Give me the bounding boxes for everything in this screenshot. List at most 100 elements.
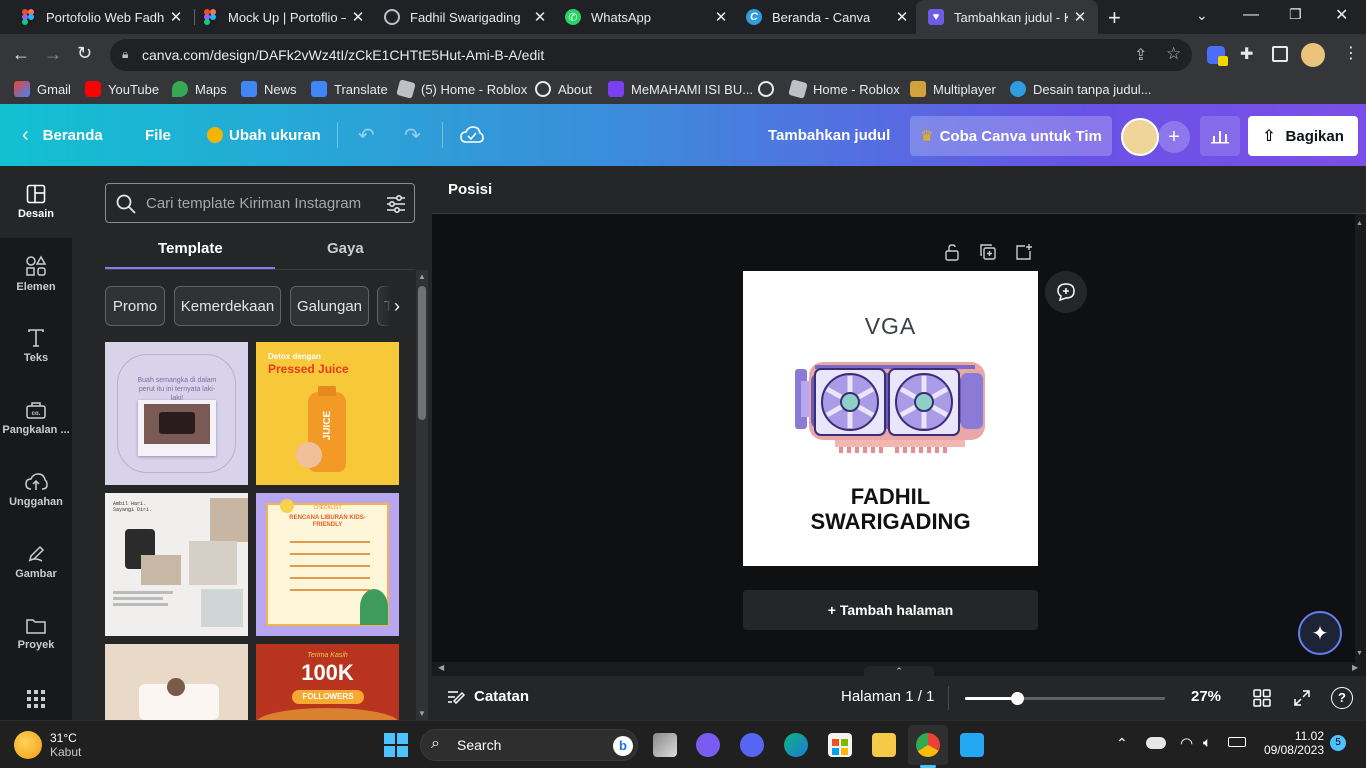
bookmark-multiplayer[interactable]: Multiplayer (910, 81, 996, 97)
design-title[interactable]: Tambahkan judul (768, 104, 890, 166)
store-icon[interactable] (828, 733, 852, 757)
position-button[interactable]: Posisi (448, 181, 492, 198)
profile-avatar[interactable] (1301, 43, 1325, 67)
close-icon[interactable]: ✕ (528, 8, 552, 26)
scroll-up-icon[interactable]: ▲ (418, 272, 426, 281)
redo-icon[interactable]: ↷ (404, 104, 421, 166)
close-icon[interactable]: ✕ (164, 8, 188, 26)
battery-icon[interactable] (1228, 737, 1246, 747)
close-icon[interactable]: ✕ (1068, 8, 1092, 26)
insights-icon[interactable] (1200, 116, 1240, 156)
try-team-button[interactable]: ♛ Coba Canva untuk Tim (910, 116, 1112, 156)
notes-button[interactable]: Catatan (446, 688, 529, 705)
page-indicator[interactable]: Halaman 1 / 1 (841, 688, 934, 705)
vga-title[interactable]: VGA (743, 313, 1038, 340)
close-window-icon[interactable]: ✕ (1335, 5, 1348, 25)
bookmark-roblox[interactable]: Home - Roblox (788, 79, 900, 99)
home-button[interactable]: ‹ Beranda (22, 104, 103, 166)
bookmark-about[interactable]: About (535, 81, 592, 97)
template-card[interactable]: Ambil Hari. Sayangi Diri. (105, 493, 248, 636)
restore-icon[interactable]: ❐ (1289, 6, 1302, 23)
help-button[interactable]: ? (1331, 687, 1353, 709)
rail-item-draw[interactable]: Gambar (0, 526, 72, 598)
name-line-2[interactable]: SWARIGADING (743, 509, 1038, 534)
browser-tab-active[interactable]: ♥ Tambahkan judul - Kir ✕ (916, 0, 1098, 34)
bookmark-globe[interactable] (758, 81, 781, 97)
new-tab-button[interactable]: + (1108, 5, 1121, 31)
bookmark-roblox-home[interactable]: (5) Home - Roblox (396, 79, 527, 99)
close-icon[interactable]: ✕ (890, 8, 914, 26)
apps-grid-icon[interactable] (27, 690, 45, 708)
rail-item-projects[interactable]: Proyek (0, 598, 72, 670)
share-icon[interactable]: ⇪ (1134, 45, 1147, 65)
tab-template[interactable]: Template (158, 240, 223, 257)
file-explorer-icon[interactable] (872, 733, 896, 757)
forward-icon[interactable]: → (44, 44, 62, 65)
rail-item-elements[interactable]: Elemen (0, 238, 72, 310)
user-avatar[interactable] (1121, 118, 1159, 156)
zoom-level[interactable]: 27% (1191, 688, 1221, 705)
bookmark-memahami[interactable]: MeMAHAMI ISI BU... (608, 81, 753, 97)
chrome-icon[interactable] (916, 733, 940, 757)
browser-tab[interactable]: Portofolio Web Fadhil ✕ (8, 0, 194, 34)
vscode-icon[interactable] (960, 733, 984, 757)
rail-item-text[interactable]: Teks (0, 310, 72, 382)
template-search-input[interactable]: Cari template Kiriman Instagram (105, 183, 415, 223)
file-menu-button[interactable]: File (145, 104, 171, 166)
browser-tab[interactable]: Mock Up | Portoflio – ✕ (190, 0, 376, 34)
undo-icon[interactable]: ↶ (358, 104, 375, 166)
zoom-slider[interactable] (965, 692, 1165, 705)
bookmark-youtube[interactable]: YouTube (85, 81, 159, 97)
name-line-1[interactable]: FADHIL (743, 484, 1038, 509)
taskbar-search[interactable]: ⌕ Search b (420, 729, 638, 761)
weather-widget[interactable]: 31°C Kabut (14, 731, 81, 759)
horizontal-scrollbar[interactable]: ◀ ▶ ⌃ (432, 662, 1366, 676)
lock-page-icon[interactable] (943, 243, 961, 261)
close-icon[interactable]: ✕ (346, 8, 370, 26)
expand-pages-icon[interactable]: ⌃ (864, 666, 934, 676)
grid-view-icon[interactable] (1253, 689, 1271, 711)
browser-tab[interactable]: Fadhil Swarigading ✕ (372, 0, 558, 34)
bookmark-translate[interactable]: Translate (311, 81, 388, 97)
add-page-button[interactable]: + Tambah halaman (743, 590, 1038, 630)
tab-style[interactable]: Gaya (327, 240, 364, 257)
wifi-icon[interactable]: ◠ (1180, 734, 1193, 752)
graphics-card-illustration[interactable] (795, 359, 987, 455)
add-page-icon[interactable] (1015, 243, 1033, 261)
scroll-down-icon[interactable]: ▼ (1356, 650, 1363, 657)
cloud-save-icon[interactable] (460, 104, 484, 166)
show-hidden-icons[interactable]: ⌃ (1116, 735, 1128, 752)
fullscreen-icon[interactable] (1293, 689, 1311, 711)
notification-badge[interactable]: 5 (1330, 735, 1346, 751)
magic-assistant-icon[interactable]: ✦ (1298, 611, 1342, 655)
edge-icon[interactable] (784, 733, 808, 757)
bookmark-gmail[interactable]: Gmail (14, 81, 71, 97)
comment-button[interactable] (1045, 271, 1087, 313)
volume-icon[interactable]: 🔈︎ (1203, 734, 1211, 751)
duplicate-page-icon[interactable] (979, 243, 997, 261)
tab-search-icon[interactable]: ⌄ (1196, 7, 1208, 24)
bookmark-desain[interactable]: Desain tanpa judul... (1010, 81, 1152, 97)
template-card[interactable]: Buah semangka di dalam perut itu ini ter… (105, 342, 248, 485)
panel-scroll-thumb[interactable] (418, 286, 426, 420)
back-icon[interactable]: ← (12, 44, 30, 65)
chip-promo[interactable]: Promo (105, 286, 165, 326)
chip-galungan[interactable]: Galungan (290, 286, 369, 326)
menu-icon[interactable]: ⋮ (1343, 43, 1359, 63)
resize-button[interactable]: Ubah ukuran (207, 104, 321, 166)
scroll-down-icon[interactable]: ▼ (418, 709, 426, 718)
reload-icon[interactable]: ↻ (77, 43, 92, 64)
design-page[interactable]: VGA FADHIL SWARIGADING (743, 271, 1038, 566)
bookmark-maps[interactable]: Maps (172, 81, 227, 97)
template-card[interactable] (105, 644, 248, 720)
minimize-icon[interactable]: — (1243, 6, 1259, 24)
close-icon[interactable]: ✕ (709, 8, 733, 26)
share-button[interactable]: ⇧ Bagikan (1248, 116, 1358, 156)
rail-item-uploads[interactable]: Unggahan (0, 454, 72, 526)
template-card[interactable]: Detox dengan Pressed Juice JUICE (256, 342, 399, 485)
sidepanel-icon[interactable] (1272, 46, 1288, 62)
onedrive-icon[interactable] (1146, 737, 1166, 749)
scroll-up-icon[interactable]: ▲ (1356, 220, 1363, 227)
teams-chat-icon[interactable] (696, 733, 720, 757)
clock[interactable]: 11.02 09/08/2023 (1258, 729, 1324, 757)
